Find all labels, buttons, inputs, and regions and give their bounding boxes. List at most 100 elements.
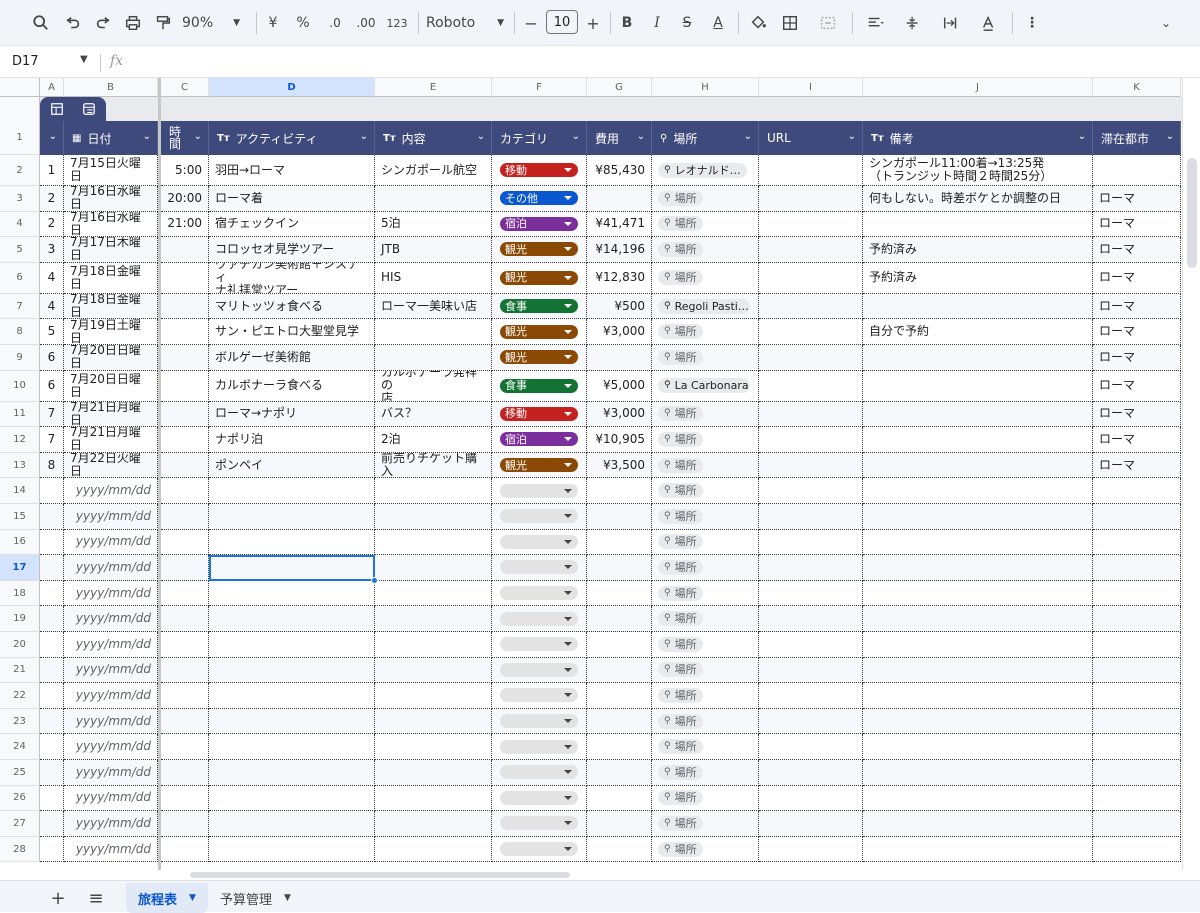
cell-activity[interactable]: カルボナーラ食べる [209, 370, 375, 402]
header-cell-number[interactable]: ⌄ [40, 121, 64, 155]
cell-number[interactable]: 7 [40, 401, 64, 428]
cell-time[interactable]: 21:00 [161, 211, 209, 238]
cell-number[interactable] [40, 708, 64, 735]
place-chip[interactable]: ⚲ 場所 [658, 324, 703, 340]
column-header[interactable]: E [375, 78, 492, 97]
cell-city[interactable]: ローマ [1093, 370, 1181, 402]
cell-city[interactable]: ローマ [1093, 237, 1181, 263]
chevron-down-icon[interactable]: ⌄ [477, 131, 485, 142]
cell-empty[interactable] [863, 657, 1093, 684]
cell-empty[interactable] [161, 760, 209, 786]
decrease-decimal-button[interactable]: .0 [322, 8, 348, 38]
cell-empty[interactable] [161, 785, 209, 812]
cell-place[interactable]: ⚲ 場所 [652, 555, 759, 581]
cell-notes[interactable] [863, 211, 1093, 238]
category-chip[interactable] [500, 688, 578, 703]
cell-activity[interactable]: ローマ→ナポリ [209, 401, 375, 428]
header-cell-place[interactable]: ⚲ 場所 ⌄ [652, 121, 759, 155]
cell-place[interactable]: ⚲ 場所 [652, 657, 759, 684]
cell-date[interactable]: yyyy/mm/dd [64, 657, 158, 684]
place-chip[interactable]: ⚲ 場所 [658, 636, 703, 652]
chevron-down-icon[interactable]: ⌄ [49, 131, 57, 142]
place-chip[interactable]: ⚲ 場所 [658, 764, 703, 780]
sheet-tab-itinerary[interactable]: 旅程表 ▼ [126, 883, 208, 913]
horizontal-align-icon[interactable] [858, 8, 892, 38]
cell-category[interactable] [492, 657, 587, 684]
cell-content[interactable]: HIS [375, 262, 492, 294]
cell-place[interactable]: ⚲ 場所 [652, 606, 759, 632]
cell-date[interactable]: yyyy/mm/dd [64, 836, 158, 863]
cell-empty[interactable] [863, 606, 1093, 632]
cell-activity[interactable]: コロッセオ見学ツアー [209, 237, 375, 263]
place-chip[interactable]: ⚲ 場所 [658, 534, 703, 550]
merge-cells-icon[interactable] [808, 8, 848, 38]
category-chip[interactable]: 食事 [500, 299, 578, 314]
cell-notes[interactable] [863, 370, 1093, 402]
category-chip[interactable]: 移動 [500, 163, 578, 177]
cell-empty[interactable] [1093, 504, 1181, 530]
cell-empty[interactable] [375, 785, 492, 812]
row-header[interactable]: 15 [0, 504, 40, 530]
category-chip[interactable]: 観光 [500, 242, 578, 257]
cell-city[interactable] [1093, 155, 1181, 186]
chevron-down-icon[interactable]: ⌄ [572, 131, 580, 142]
cell-category[interactable]: 観光 [492, 262, 587, 294]
place-chip[interactable]: ⚲ 場所 [658, 585, 703, 601]
cell-place[interactable]: ⚲ 場所 [652, 811, 759, 837]
cell-place[interactable]: ⚲ 場所 [652, 632, 759, 658]
category-chip[interactable] [500, 765, 578, 780]
cell-notes[interactable] [863, 427, 1093, 453]
column-header[interactable]: I [759, 78, 863, 97]
cell-empty[interactable] [1093, 708, 1181, 735]
italic-button[interactable]: I [646, 8, 668, 38]
row-header[interactable]: 17 [0, 555, 40, 581]
cell-category[interactable] [492, 734, 587, 760]
place-chip[interactable]: ⚲ 場所 [658, 349, 703, 365]
bold-button[interactable]: B [616, 8, 638, 38]
category-chip[interactable] [500, 586, 578, 601]
place-chip[interactable]: ⚲ 場所 [658, 216, 703, 232]
text-wrapping-icon[interactable] [934, 8, 968, 38]
cell-activity[interactable]: ボルゲーゼ美術館 [209, 345, 375, 371]
category-chip[interactable] [500, 560, 578, 575]
cell-empty[interactable] [375, 632, 492, 658]
cell-empty[interactable] [375, 606, 492, 632]
active-cell-selection[interactable] [209, 555, 375, 581]
cell-empty[interactable] [161, 555, 209, 581]
cell-place[interactable]: ⚲ 場所 [652, 319, 759, 345]
category-chip[interactable] [500, 637, 578, 652]
cell-place[interactable]: ⚲ 場所 [652, 427, 759, 453]
cell-notes[interactable]: 予約済み [863, 237, 1093, 263]
cell-place[interactable]: ⚲ 場所 [652, 785, 759, 812]
cell-cost[interactable]: ¥3,500 [587, 452, 652, 479]
font-size-input[interactable]: 10 [546, 10, 578, 34]
cell-number[interactable] [40, 683, 64, 709]
undo-icon[interactable] [60, 8, 86, 38]
cell-category[interactable]: 食事 [492, 293, 587, 320]
place-chip[interactable]: ⚲ 場所 [658, 270, 703, 286]
place-chip[interactable]: ⚲ 場所 [658, 190, 703, 206]
font-size-increase-button[interactable]: + [582, 8, 604, 38]
cell-place[interactable]: ⚲ 場所 [652, 211, 759, 238]
cell-number[interactable]: 6 [40, 345, 64, 371]
cell-empty[interactable] [759, 504, 863, 530]
cell-number[interactable]: 2 [40, 186, 64, 212]
cell-cost[interactable]: ¥41,471 [587, 211, 652, 238]
cell-category[interactable]: 宿泊 [492, 427, 587, 453]
strikethrough-button[interactable]: S [676, 8, 698, 38]
cell-category[interactable]: 移動 [492, 155, 587, 186]
cell-empty[interactable] [161, 580, 209, 607]
cell-empty[interactable] [161, 683, 209, 709]
cell-empty[interactable] [759, 657, 863, 684]
cell-date[interactable]: yyyy/mm/dd [64, 811, 158, 837]
cell-activity[interactable]: 宿チェックイン [209, 211, 375, 238]
cell-url[interactable] [759, 427, 863, 453]
cell-date[interactable]: yyyy/mm/dd [64, 708, 158, 735]
cell-url[interactable] [759, 319, 863, 345]
cell-url[interactable] [759, 345, 863, 371]
collapse-toolbar-icon[interactable]: ⌄ [1154, 8, 1178, 38]
cell-category[interactable]: 観光 [492, 319, 587, 345]
cell-date[interactable]: yyyy/mm/dd [64, 529, 158, 556]
cell-empty[interactable] [375, 657, 492, 684]
place-chip[interactable]: ⚲ 場所 [658, 508, 703, 524]
